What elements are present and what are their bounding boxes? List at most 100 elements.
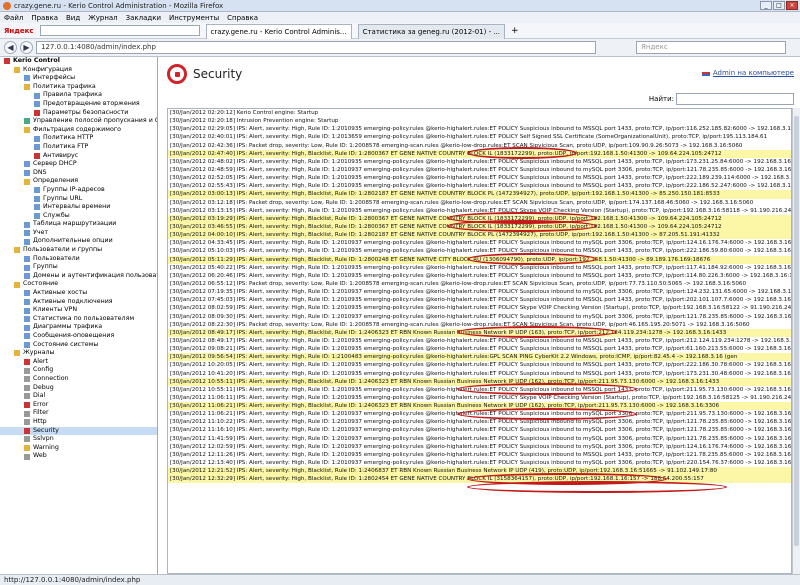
sidebar-item[interactable]: Антивирус <box>0 152 157 161</box>
sidebar-item-label: Пользователи и группы <box>23 246 103 254</box>
annotation-oval <box>457 407 637 420</box>
sidebar-item[interactable]: Debug <box>0 384 157 393</box>
tree-node-icon <box>14 350 20 357</box>
sidebar-item[interactable]: Sslvpn <box>0 435 157 444</box>
menu-item[interactable]: Правка <box>31 14 58 22</box>
sidebar-item[interactable]: Пользователи <box>0 255 157 264</box>
menu-item[interactable]: Инструменты <box>169 14 219 22</box>
sidebar-item[interactable]: Политика трафика <box>0 83 157 92</box>
close-button[interactable]: × <box>786 1 798 10</box>
menu-item[interactable]: Файл <box>4 14 23 22</box>
sidebar-item[interactable]: Диаграммы трафика <box>0 323 157 332</box>
sidebar-item[interactable]: Домены и аутентификация пользовате <box>0 272 157 281</box>
menu-item[interactable]: Закладки <box>126 14 161 22</box>
sidebar-item-label: Группы <box>33 263 58 271</box>
sidebar-item[interactable]: Клиенты VPN <box>0 306 157 315</box>
sidebar-item-label: Диаграммы трафика <box>33 323 103 331</box>
sidebar-item-label: Предотвращение вторжения <box>43 99 140 107</box>
flag-icon[interactable] <box>702 70 710 76</box>
log-line: [30/Jan/2012 06:55:12] IPS: Packet drop,… <box>170 280 747 287</box>
sidebar-item-label: Службы <box>43 211 70 219</box>
window-controls: _ □ × <box>760 1 798 10</box>
scrollbar-thumb[interactable] <box>794 116 799 546</box>
sidebar-item-label: Alert <box>33 357 48 365</box>
tab-kerio[interactable]: crazy.gene.ru - Kerio Control Adminis... <box>205 23 352 39</box>
yandex-logo[interactable]: Яндекс <box>4 27 34 35</box>
sidebar-item[interactable]: Службы <box>0 212 157 221</box>
sidebar-item[interactable]: Активные хосты <box>0 289 157 298</box>
window-titlebar: crazy.gene.ru - Kerio Control Administra… <box>0 0 800 12</box>
sidebar-item[interactable]: Kerio Control <box>0 57 157 66</box>
sidebar-item[interactable]: Сообщения-оповещения <box>0 332 157 341</box>
sidebar-item[interactable]: Таблица маршрутизации <box>0 220 157 229</box>
find-input[interactable] <box>676 93 794 105</box>
log-line: [30/Jan/2012 11:16:10] IPS: Alert, sever… <box>170 427 791 434</box>
sidebar-item[interactable]: Alert <box>0 358 157 367</box>
sidebar-item[interactable]: Управление полосой пропускания и QoS <box>0 117 157 126</box>
sidebar-item[interactable]: DNS <box>0 169 157 178</box>
annotation-oval <box>457 383 637 396</box>
sidebar-item[interactable]: Web <box>0 452 157 461</box>
sidebar-item[interactable]: Http <box>0 418 157 427</box>
sidebar-item-label: Группы URL <box>43 194 83 202</box>
menu-item[interactable]: Вид <box>66 14 80 22</box>
tree-node-icon <box>24 290 30 297</box>
log-scrollbar[interactable] <box>792 108 800 574</box>
tree-node-icon <box>34 109 40 116</box>
yandex-search-input[interactable] <box>39 25 200 36</box>
sidebar-item[interactable]: Группы <box>0 263 157 272</box>
sidebar-item[interactable]: Определения <box>0 177 157 186</box>
sidebar-item[interactable]: Интервалы времени <box>0 203 157 212</box>
sidebar-item[interactable]: Filter <box>0 409 157 418</box>
sidebar-item[interactable]: Security <box>0 426 157 436</box>
sidebar-item[interactable]: Учет <box>0 229 157 238</box>
tree-node-icon <box>34 101 40 108</box>
tree-node-icon <box>24 410 30 417</box>
sidebar-item[interactable]: Журналы <box>0 349 157 358</box>
sidebar-item[interactable]: Интерфейсы <box>0 74 157 83</box>
annotation-oval <box>467 252 597 265</box>
sidebar-item[interactable]: Активные подключения <box>0 298 157 307</box>
maximize-button[interactable]: □ <box>773 1 785 10</box>
url-bar[interactable]: 127.0.0.1:4080/admin/index.php <box>36 41 596 54</box>
annotation-oval <box>447 220 597 233</box>
sidebar-item[interactable]: Dial <box>0 392 157 401</box>
sidebar-item[interactable]: Группы URL <box>0 195 157 204</box>
back-icon[interactable]: ◀ <box>4 41 17 54</box>
sidebar-item[interactable]: Дополнительные опции <box>0 237 157 246</box>
forward-icon[interactable]: ▶ <box>20 41 33 54</box>
sidebar-item[interactable]: Группы IP-адресов <box>0 186 157 195</box>
log-line: [30/Jan/2012 02:52:05] IPS: Alert, sever… <box>170 175 791 182</box>
sidebar-item[interactable]: Политика FTP <box>0 143 157 152</box>
security-log[interactable]: [30/Jan/2012 02:20:12] Kerio Control eng… <box>167 108 792 574</box>
tab-statistics[interactable]: Статистика за geneg.ru (2012-01) - ... <box>357 23 505 39</box>
sidebar-item[interactable]: Состояние <box>0 280 157 289</box>
menu-item[interactable]: Журнал <box>88 14 117 22</box>
sidebar-item[interactable]: Сервер DHCP <box>0 160 157 169</box>
sidebar-item[interactable]: Фильтрация содержимого <box>0 126 157 135</box>
menu-item[interactable]: Справка <box>227 14 258 22</box>
minimize-button[interactable]: _ <box>760 1 772 10</box>
tree-node-icon <box>34 135 40 142</box>
new-tab-button[interactable]: + <box>511 26 519 36</box>
log-line: [30/Jan/2012 08:09:30] IPS: Alert, sever… <box>170 313 791 320</box>
tree-node-icon <box>34 204 40 211</box>
sidebar-item[interactable]: Config <box>0 366 157 375</box>
sidebar-item-label: Статистика по пользователям <box>33 314 135 322</box>
sidebar-item[interactable]: Параметры безопасности <box>0 109 157 118</box>
sidebar-item[interactable]: Error <box>0 401 157 410</box>
log-line: [30/Jan/2012 12:11:26] IPS: Alert, sever… <box>170 451 791 458</box>
sidebar-item-label: Управление полосой пропускания и QoS <box>33 117 158 125</box>
user-link[interactable]: Admin на компьютере <box>713 69 794 77</box>
sidebar-item[interactable]: Connection <box>0 375 157 384</box>
sidebar-item[interactable]: Пользователи и группы <box>0 246 157 255</box>
sidebar-item[interactable]: Warning <box>0 444 157 453</box>
sidebar-item-label: Sslvpn <box>33 435 54 443</box>
sidebar-item[interactable]: Статистика по пользователям <box>0 315 157 324</box>
sidebar-item[interactable]: Предотвращение вторжения <box>0 100 157 109</box>
browser-search-input[interactable]: Яндекс <box>636 41 786 54</box>
sidebar-item[interactable]: Правила трафика <box>0 91 157 100</box>
sidebar-item[interactable]: Конфигурация <box>0 66 157 75</box>
sidebar-item[interactable]: Политика HTTP <box>0 134 157 143</box>
sidebar-item[interactable]: Состояние системы <box>0 341 157 350</box>
